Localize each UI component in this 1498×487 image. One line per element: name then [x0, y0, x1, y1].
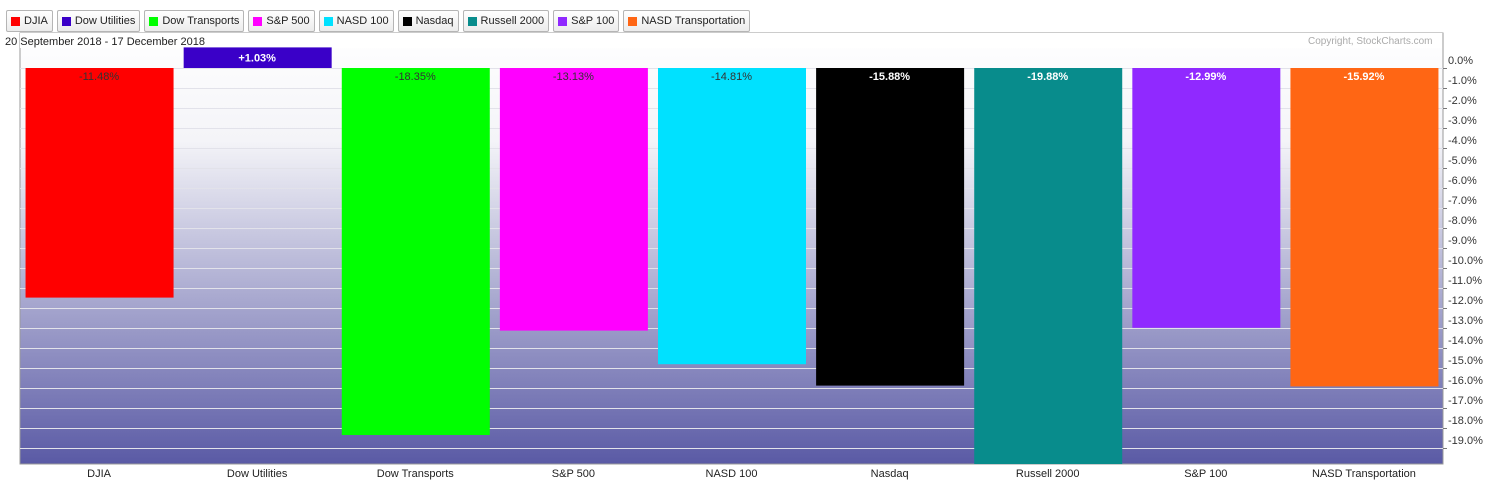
y-tick-label: -4.0%	[1448, 135, 1477, 147]
value-label: -14.81%	[711, 71, 752, 83]
y-tick-label: -18.0%	[1448, 415, 1483, 427]
x-tick-label: Nasdaq	[871, 468, 909, 480]
y-tick-label: -3.0%	[1448, 115, 1477, 127]
date-range: 20 September 2018 - 17 December 2018	[5, 36, 205, 48]
y-tick-label: -13.0%	[1448, 315, 1483, 327]
y-tick-label: -17.0%	[1448, 395, 1483, 407]
bar	[1132, 68, 1281, 328]
y-tick-label: -1.0%	[1448, 75, 1477, 87]
bar	[974, 68, 1123, 464]
x-tick-label: DJIA	[87, 468, 112, 480]
y-tick-label: -9.0%	[1448, 235, 1477, 247]
header-band	[20, 33, 1443, 48]
bar	[1290, 68, 1439, 387]
bar	[25, 68, 174, 298]
bar	[658, 68, 806, 365]
bar	[816, 68, 965, 386]
x-tick-label: NASD Transportation	[1312, 468, 1416, 480]
bar	[499, 68, 648, 331]
y-tick-label: -6.0%	[1448, 175, 1477, 187]
value-label: +1.03%	[238, 52, 276, 64]
value-label: -19.88%	[1027, 71, 1068, 83]
y-tick-label: 0.0%	[1448, 55, 1473, 67]
x-tick-label: S&P 100	[1184, 468, 1227, 480]
value-label: -15.92%	[1343, 71, 1384, 83]
x-tick-label: S&P 500	[552, 468, 595, 480]
y-tick-label: -11.0%	[1448, 275, 1482, 287]
x-tick-label: Dow Transports	[377, 468, 455, 480]
y-tick-label: -7.0%	[1448, 195, 1477, 207]
value-label: -13.13%	[553, 71, 594, 83]
y-tick-label: -15.0%	[1448, 355, 1483, 367]
value-label: -15.88%	[869, 71, 910, 83]
x-tick-label: Dow Utilities	[227, 468, 288, 480]
x-axis: DJIA Dow Utilities Dow Transports S&P 500 NA…	[87, 468, 1416, 480]
y-axis: 0.0% -1.0% -2.0% -3.0% -4.0% -5.0% -6.0% -7.0% -…	[1443, 55, 1483, 449]
y-tick-label: -10.0%	[1448, 255, 1483, 267]
y-tick-label: -12.0%	[1448, 295, 1483, 307]
y-tick-label: -16.0%	[1448, 375, 1483, 387]
y-tick-label: -2.0%	[1448, 95, 1477, 107]
y-tick-label: -8.0%	[1448, 215, 1477, 227]
value-label: -12.99%	[1185, 71, 1226, 83]
performance-bar-chart: -11.48% +1.03% -18.35% -13.13% -14.81% -15.88…	[19, 32, 1483, 480]
value-label: -11.48%	[79, 71, 119, 83]
y-tick-label: -19.0%	[1448, 435, 1483, 447]
x-tick-label: Russell 2000	[1016, 468, 1080, 480]
bar	[341, 68, 490, 435]
y-tick-label: -5.0%	[1448, 155, 1477, 167]
x-tick-label: NASD 100	[706, 468, 758, 480]
y-tick-label: -14.0%	[1448, 335, 1483, 347]
value-label: -18.35%	[395, 71, 436, 83]
copyright: Copyright, StockCharts.com	[1308, 36, 1433, 47]
